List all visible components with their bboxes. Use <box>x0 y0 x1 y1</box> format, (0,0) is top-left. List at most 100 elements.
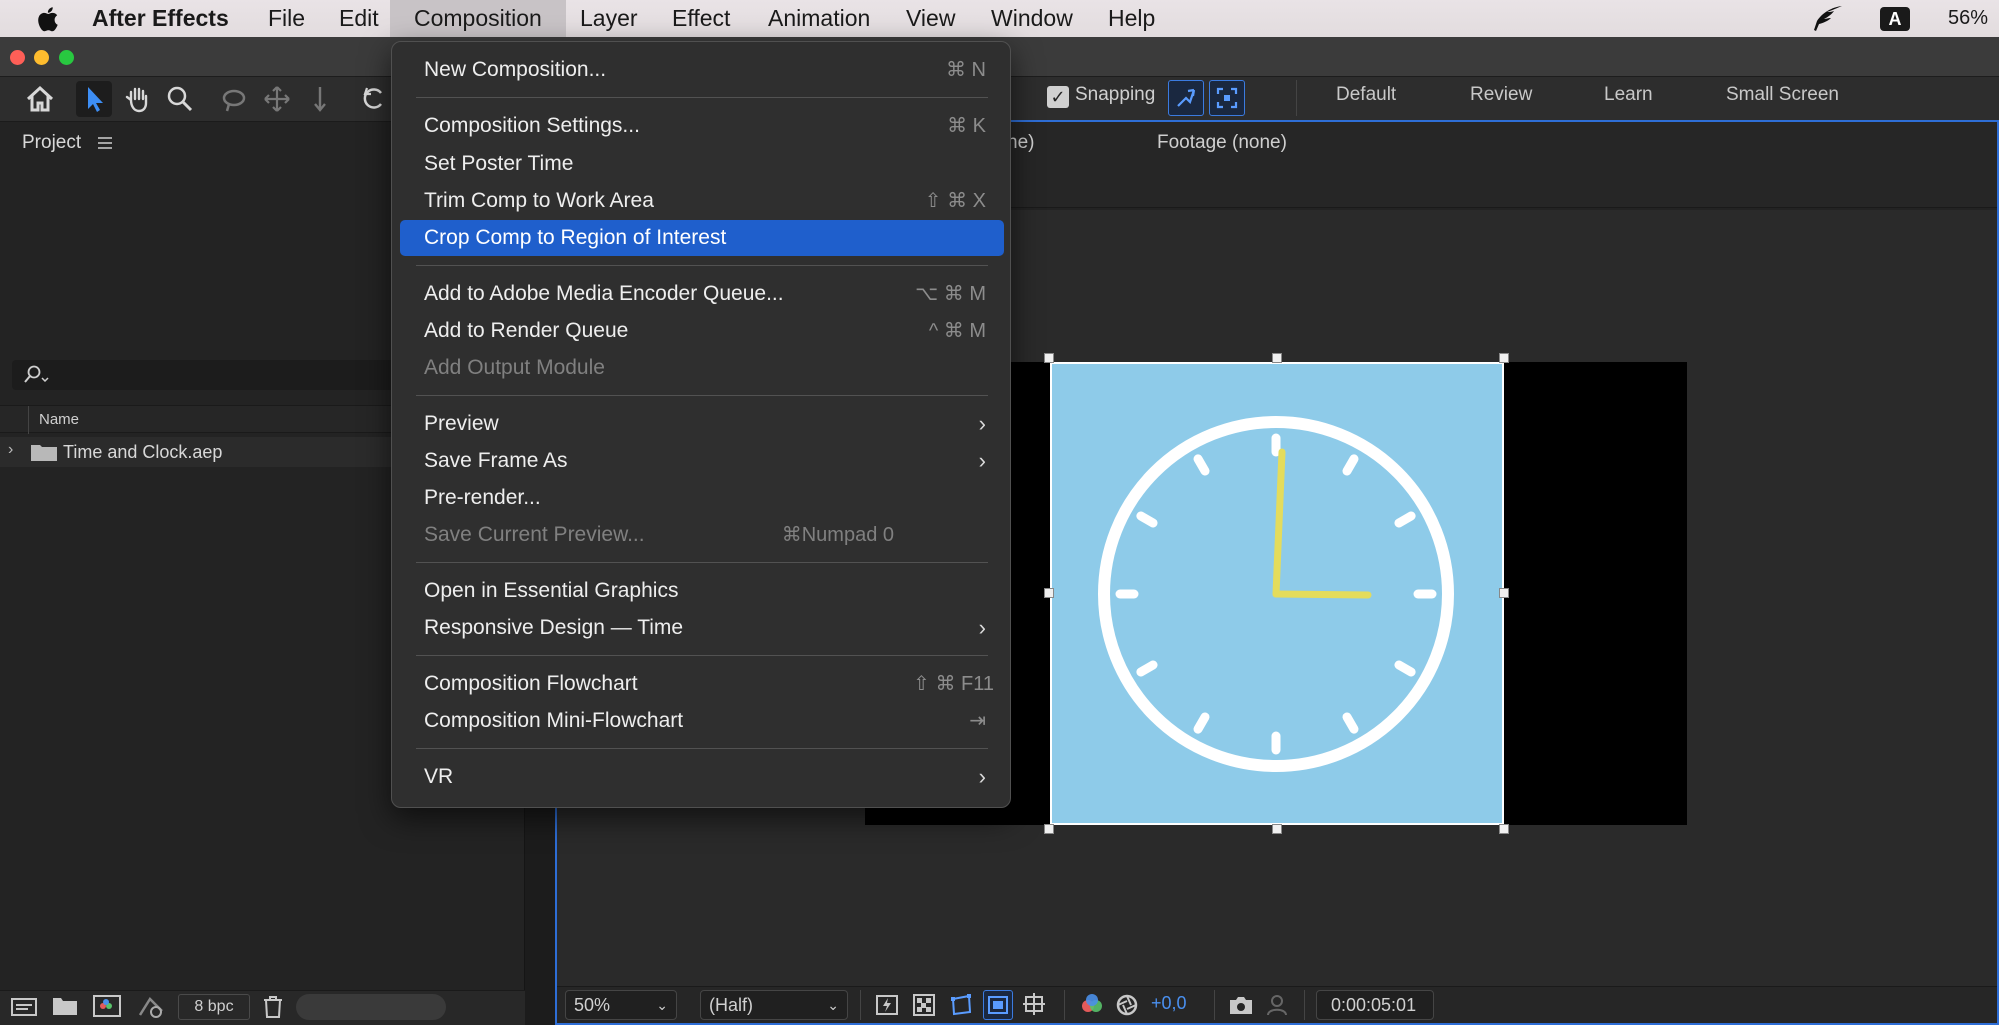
thumbnail-slider[interactable] <box>296 994 446 1020</box>
layer-handle-bottom[interactable] <box>1272 824 1282 834</box>
menu-edit[interactable]: Edit <box>339 0 379 37</box>
bit-depth-button[interactable]: 8 bpc <box>178 994 250 1020</box>
name-column-header[interactable]: Name <box>39 411 79 428</box>
menu-item-label: Add Output Module <box>424 356 605 379</box>
menu-item-shortcut: ⌘ K <box>947 115 986 137</box>
layer-handle-left[interactable] <box>1044 588 1054 598</box>
menu-file[interactable]: File <box>268 0 305 37</box>
menu-help[interactable]: Help <box>1108 0 1155 37</box>
hour-hand <box>1272 590 1372 599</box>
layer-handle-top-right[interactable] <box>1499 353 1509 363</box>
menu-item-set-poster-time[interactable]: Set Poster Time <box>400 146 1004 182</box>
rotation-tool[interactable] <box>356 81 392 117</box>
zoom-tool[interactable] <box>162 81 198 117</box>
menu-item-add-to-ame-queue[interactable]: Add to Adobe Media Encoder Queue... ⌥ ⌘ … <box>400 276 1004 312</box>
hand-tool[interactable] <box>120 81 156 117</box>
close-window-button[interactable] <box>10 50 25 65</box>
trash-icon[interactable] <box>262 995 284 1024</box>
search-dropdown-icon[interactable] <box>22 364 54 386</box>
project-flowchart-icon[interactable] <box>136 993 166 1024</box>
submenu-chevron-icon: › <box>978 764 986 789</box>
menu-item-trim-comp[interactable]: Trim Comp to Work Area ⇧ ⌘ X <box>400 183 1004 219</box>
home-button[interactable] <box>22 81 58 117</box>
menu-item-preview[interactable]: Preview › <box>400 406 1004 442</box>
snapshot-person-icon <box>1267 995 1287 1016</box>
workspace-default[interactable]: Default <box>1336 84 1396 106</box>
take-snapshot-button[interactable] <box>1226 990 1256 1020</box>
menu-item-label: Set Poster Time <box>424 152 574 175</box>
menu-app-name[interactable]: After Effects <box>92 0 229 37</box>
minimize-window-button[interactable] <box>34 50 49 65</box>
panel-menu-icon[interactable] <box>98 136 112 150</box>
new-composition-icon[interactable] <box>92 993 122 1024</box>
menu-item-responsive-design-time[interactable]: Responsive Design — Time › <box>400 610 1004 646</box>
resolution-dropdown[interactable]: (Half) ⌄ <box>700 990 848 1020</box>
menu-composition[interactable]: Composition <box>390 0 566 37</box>
menu-item-add-to-render-queue[interactable]: Add to Render Queue ^ ⌘ M <box>400 313 1004 349</box>
layer-handle-top-left[interactable] <box>1044 353 1054 363</box>
submenu-chevron-icon: › <box>978 615 986 640</box>
apple-logo-icon[interactable] <box>34 5 60 33</box>
menu-window[interactable]: Window <box>991 0 1073 37</box>
snap-edges-button[interactable] <box>1168 80 1204 116</box>
menu-item-label: Preview <box>424 412 499 435</box>
footage-tab[interactable]: Footage (none) <box>1157 132 1287 154</box>
layer-handle-bottom-left[interactable] <box>1044 824 1054 834</box>
battery-percentage[interactable]: 56% <box>1948 0 1988 37</box>
menu-item-crop-comp-to-roi[interactable]: Crop Comp to Region of Interest <box>400 220 1004 256</box>
menu-item-save-frame-as[interactable]: Save Frame As › <box>400 443 1004 479</box>
workspace-small-screen[interactable]: Small Screen <box>1726 84 1839 106</box>
menu-item-label: Add to Adobe Media Encoder Queue... <box>424 282 784 305</box>
project-panel-title[interactable]: Project <box>22 132 81 154</box>
show-snapshot-button[interactable] <box>1262 990 1292 1020</box>
new-folder-icon[interactable] <box>52 995 78 1022</box>
current-time-display[interactable]: 0:00:05:01 <box>1316 990 1434 1020</box>
snap-features-button[interactable] <box>1209 80 1245 116</box>
orbit-camera-tool[interactable] <box>216 81 252 117</box>
menu-layer[interactable]: Layer <box>580 0 638 37</box>
layer-handle-bottom-right[interactable] <box>1499 824 1509 834</box>
composition-tab[interactable]: ne) <box>1007 132 1034 154</box>
orbit-icon <box>222 89 246 112</box>
workspace-review[interactable]: Review <box>1470 84 1532 106</box>
menu-item-pre-render[interactable]: Pre-render... <box>400 480 1004 516</box>
region-of-interest-button[interactable] <box>983 990 1013 1020</box>
menu-item-open-essential-graphics[interactable]: Open in Essential Graphics <box>400 573 1004 609</box>
menu-item-label: Composition Mini-Flowchart <box>424 709 684 732</box>
grid-guide-options-button[interactable] <box>1020 990 1050 1020</box>
fast-previews-button[interactable] <box>872 990 902 1020</box>
pan-camera-tool[interactable] <box>259 81 295 117</box>
expand-chevron-icon[interactable]: › <box>8 441 13 459</box>
menu-item-composition-mini-flowchart[interactable]: Composition Mini-Flowchart ⇥ <box>400 703 1004 739</box>
menu-separator <box>416 395 988 396</box>
mask-path-visibility-button[interactable] <box>946 990 976 1020</box>
transparency-grid-button[interactable] <box>909 990 939 1020</box>
folder-icon <box>31 445 57 461</box>
system-menu-bar: After Effects File Edit Composition Laye… <box>0 0 1999 37</box>
menu-item-composition-flowchart[interactable]: Composition Flowchart ⇧ ⌘ F11 <box>400 666 1004 702</box>
show-channel-button[interactable] <box>1077 990 1107 1020</box>
workspace-learn[interactable]: Learn <box>1604 84 1653 106</box>
menu-item-new-composition[interactable]: New Composition... ⌘ N <box>400 52 1004 88</box>
reset-exposure-button[interactable] <box>1112 990 1142 1020</box>
clock-tick-mark <box>1193 454 1210 476</box>
menu-item-composition-settings[interactable]: Composition Settings... ⌘ K <box>400 108 1004 144</box>
input-source-indicator[interactable]: A <box>1880 7 1910 31</box>
menu-item-vr[interactable]: VR › <box>400 759 1004 795</box>
dolly-camera-tool[interactable] <box>302 81 338 117</box>
pan-cross-icon <box>264 86 290 112</box>
layer-handle-right[interactable] <box>1499 588 1509 598</box>
selection-tool[interactable] <box>76 81 112 117</box>
exposure-value[interactable]: +0,0 <box>1151 993 1187 1014</box>
menu-view[interactable]: View <box>906 0 955 37</box>
rgb-channels-icon <box>1082 994 1102 1012</box>
interpret-footage-icon[interactable] <box>10 995 40 1024</box>
zoom-window-button[interactable] <box>59 50 74 65</box>
feather-icon[interactable] <box>1810 4 1844 34</box>
composition-menu: New Composition... ⌘ N Composition Setti… <box>391 41 1011 808</box>
snapping-checkbox[interactable]: ✓ <box>1047 86 1069 108</box>
layer-handle-top[interactable] <box>1272 353 1282 363</box>
magnification-dropdown[interactable]: 50% ⌄ <box>565 990 677 1020</box>
menu-effect[interactable]: Effect <box>672 0 730 37</box>
menu-animation[interactable]: Animation <box>768 0 870 37</box>
